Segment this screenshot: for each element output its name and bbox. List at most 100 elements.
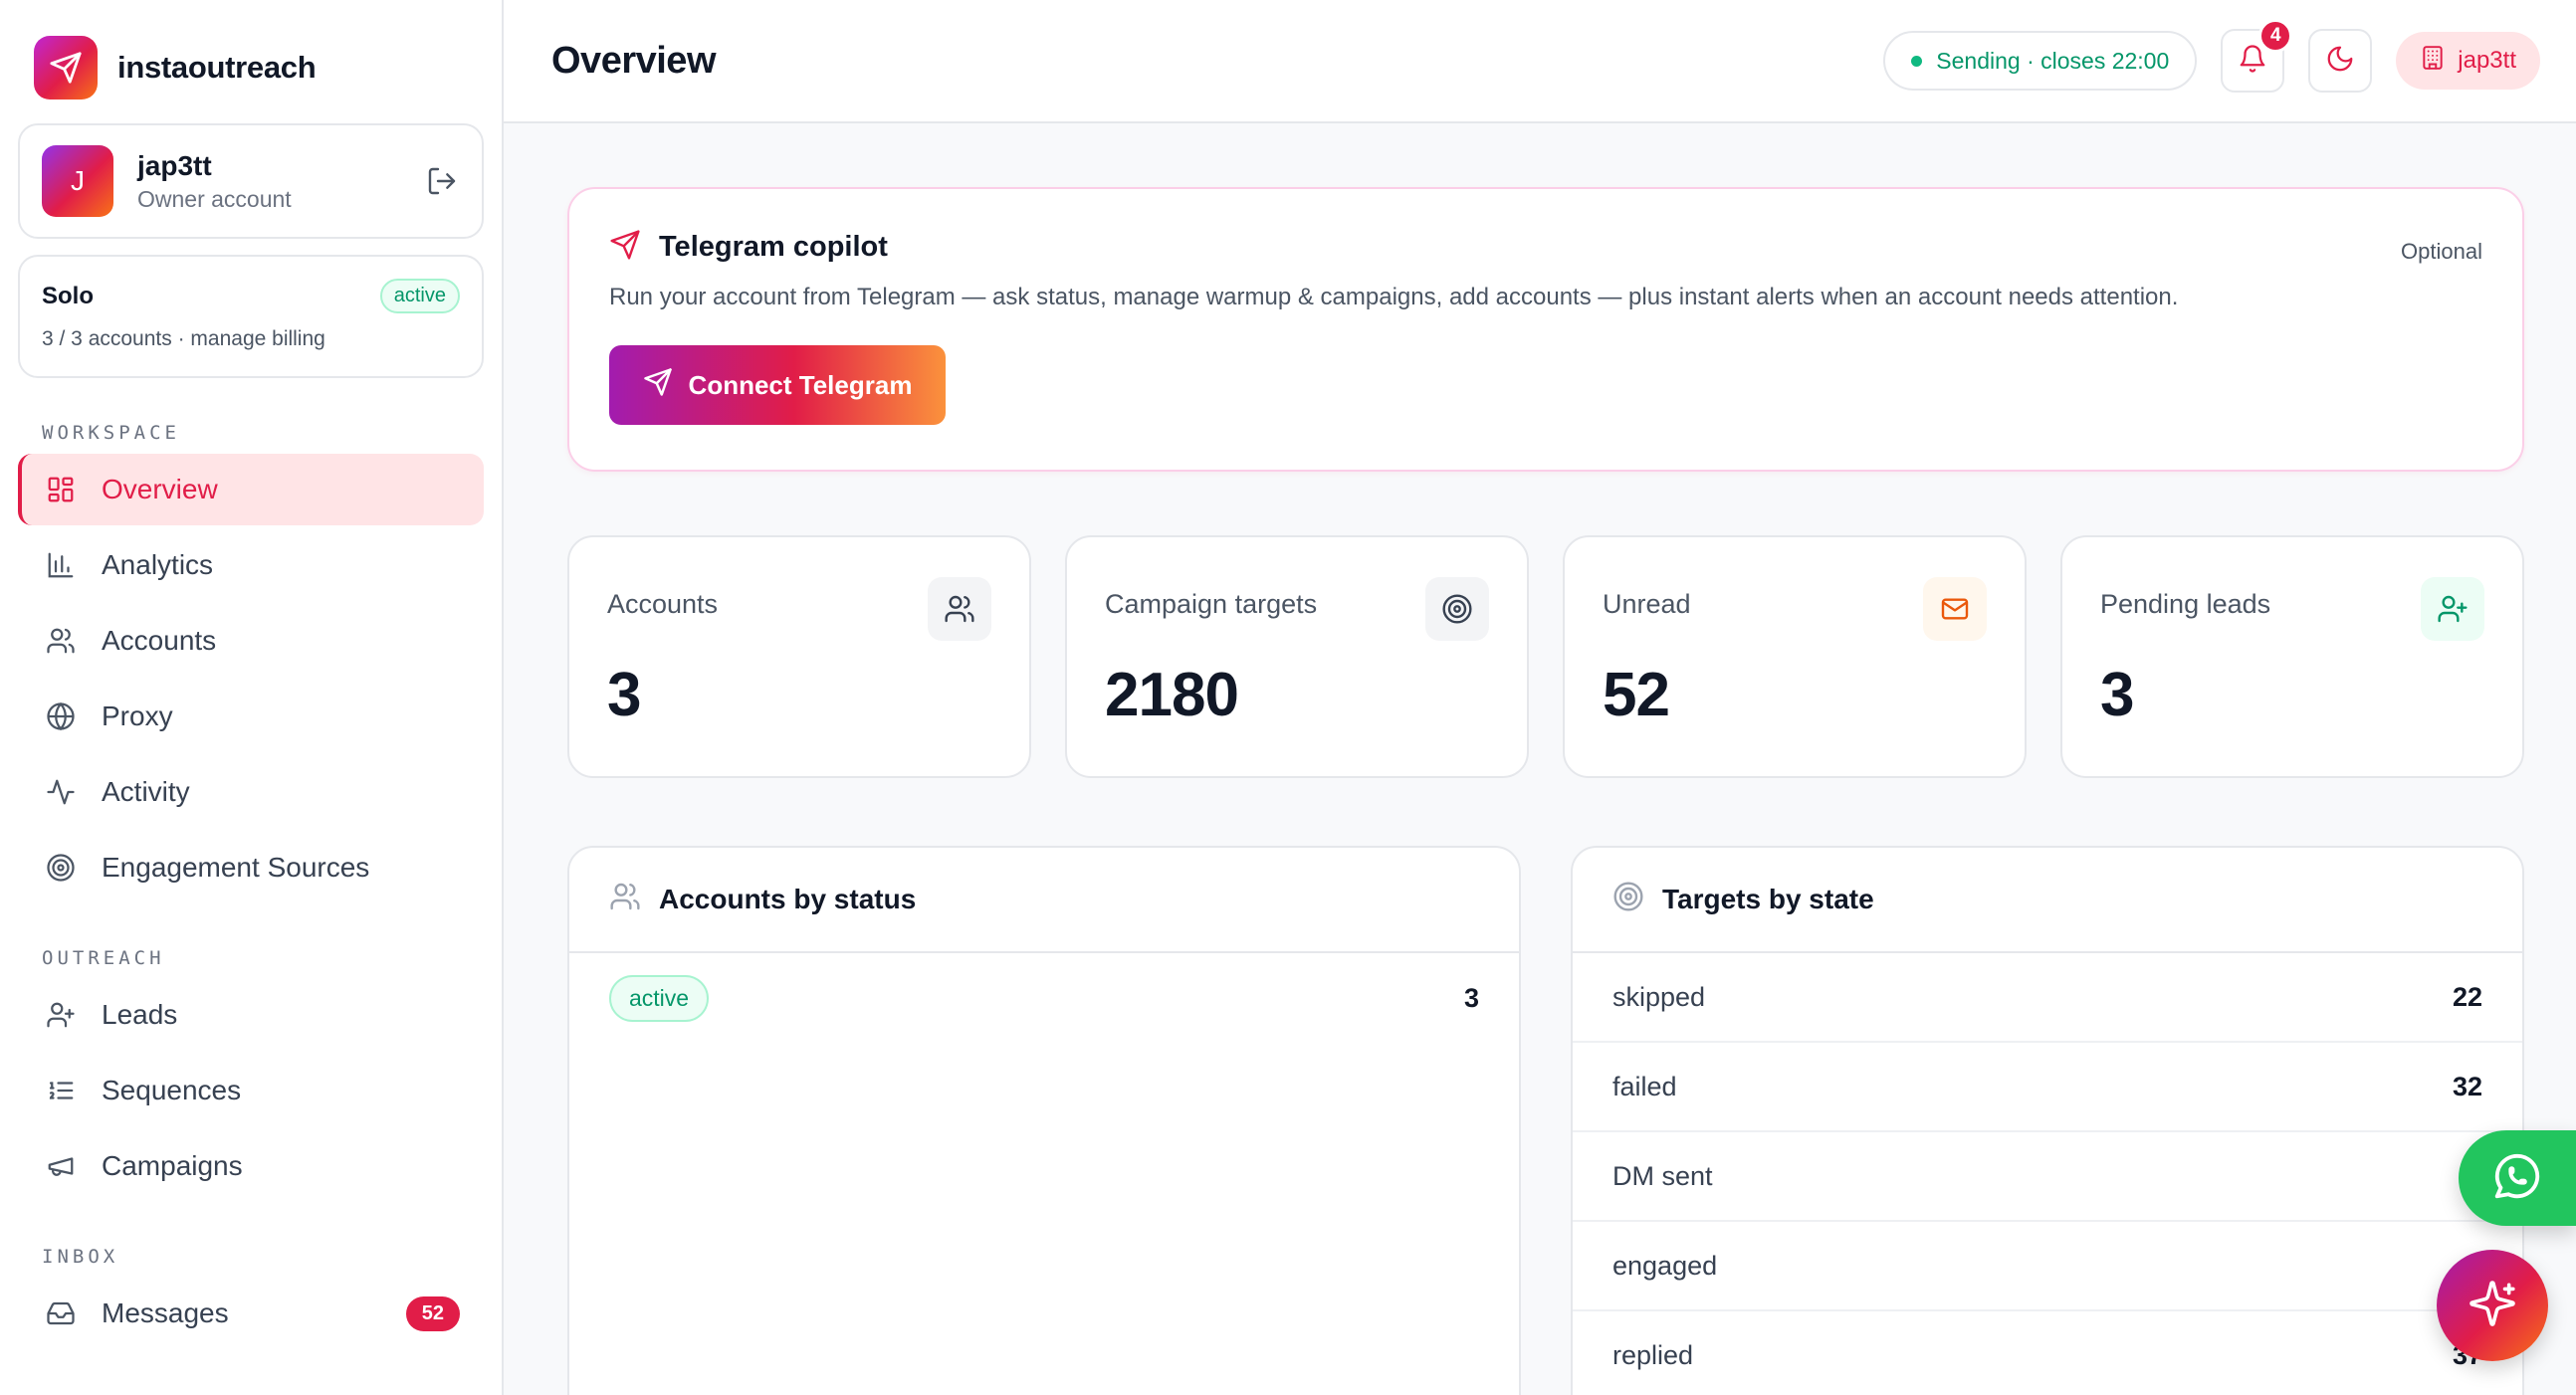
plan-status-badge: active: [379, 279, 460, 313]
ai-assistant-button[interactable]: [2437, 1250, 2548, 1361]
main-content: Overview Sending · closes 22:00 4 jap3tt: [504, 0, 2576, 1395]
sidebar-item-label: Sequences: [102, 1075, 242, 1105]
sidebar-item-overview[interactable]: Overview: [18, 454, 484, 525]
stat-value: 3: [607, 661, 641, 729]
users-icon: [44, 624, 78, 658]
theme-toggle-button[interactable]: [2308, 29, 2373, 93]
user-plus-icon: [44, 998, 78, 1032]
sidebar-item-label: Engagement Sources: [102, 852, 370, 883]
state-label: replied: [1612, 1339, 1694, 1370]
whatsapp-icon: [2490, 1149, 2544, 1208]
copilot-description: Run your account from Telegram — ask sta…: [609, 284, 2179, 310]
paper-plane-icon: [609, 229, 641, 266]
brand[interactable]: instaoutreach: [18, 34, 484, 101]
row-count: 32: [2452, 1071, 2482, 1101]
users-icon: [609, 881, 641, 919]
user-menu-button[interactable]: jap3tt: [2396, 32, 2540, 90]
avatar: J: [42, 145, 113, 217]
stat-card-accounts[interactable]: Accounts 3: [567, 535, 1031, 778]
users-icon: [928, 577, 991, 641]
target-icon: [1425, 577, 1489, 641]
target-icon: [1612, 881, 1644, 919]
page-title: Overview: [551, 39, 717, 82]
plan-card[interactable]: Solo active 3 / 3 accounts · manage bill…: [18, 255, 484, 378]
state-label: skipped: [1612, 981, 1706, 1012]
sidebar-item-messages[interactable]: Messages 52: [18, 1278, 484, 1349]
inbox-icon: [44, 1296, 78, 1330]
panel-title: Targets by state: [1662, 884, 1874, 914]
sending-status-text: Sending · closes 22:00: [1936, 47, 2170, 74]
section-label-inbox: INBOX: [42, 1246, 119, 1268]
state-label: DM sent: [1612, 1160, 1713, 1191]
copilot-title: Telegram copilot: [659, 231, 888, 263]
sparkles-icon: [2468, 1279, 2517, 1333]
moon-icon: [2325, 44, 2355, 79]
copilot-optional-label: Optional: [2401, 239, 2482, 264]
grid-icon: [44, 473, 78, 506]
stat-card-pending-leads[interactable]: Pending leads 3: [2060, 535, 2524, 778]
stat-card-campaign-targets[interactable]: Campaign targets 2180: [1065, 535, 1529, 778]
row-count: 3: [1463, 983, 1479, 1013]
sidebar-item-campaigns[interactable]: Campaigns: [18, 1130, 484, 1202]
whatsapp-chat-button[interactable]: [2459, 1130, 2576, 1226]
sidebar-item-leads[interactable]: Leads: [18, 979, 484, 1051]
sidebar-item-sequences[interactable]: Sequences: [18, 1055, 484, 1126]
state-label: failed: [1612, 1071, 1677, 1101]
activity-icon: [44, 775, 78, 809]
bar-chart-icon: [44, 548, 78, 582]
sidebar-item-accounts[interactable]: Accounts: [18, 605, 484, 677]
sidebar-item-label: Messages: [102, 1297, 229, 1328]
panel-title: Accounts by status: [659, 884, 917, 914]
sidebar-item-label: Leads: [102, 999, 178, 1030]
list-item: DM sent 1: [1573, 1132, 2522, 1222]
sidebar-item-engagement-sources[interactable]: Engagement Sources: [18, 832, 484, 903]
sidebar-item-label: Campaigns: [102, 1150, 243, 1181]
sidebar-item-proxy[interactable]: Proxy: [18, 681, 484, 752]
stat-card-unread[interactable]: Unread 52: [1563, 535, 2027, 778]
list-item: replied 37: [1573, 1311, 2522, 1395]
sending-status-pill[interactable]: Sending · closes 22:00: [1883, 31, 2198, 91]
sidebar-item-label: Activity: [102, 776, 190, 807]
targets-by-state-panel: Targets by state skipped 22 failed 32 DM…: [1571, 846, 2524, 1395]
stat-value: 52: [1603, 661, 1670, 729]
sidebar-item-label: Overview: [102, 474, 218, 504]
megaphone-icon: [44, 1149, 78, 1183]
connect-telegram-button[interactable]: Connect Telegram: [609, 345, 946, 425]
account-card[interactable]: J jap3tt Owner account: [18, 123, 484, 239]
sidebar-item-label: Analytics: [102, 549, 214, 580]
messages-count-badge: 52: [405, 1295, 460, 1331]
logout-icon[interactable]: [424, 163, 460, 199]
account-name: jap3tt: [137, 149, 212, 181]
list-item: failed 32: [1573, 1043, 2522, 1132]
panels-row: Accounts by status active 3 Targets by s…: [567, 846, 2524, 1395]
section-label-outreach: OUTREACH: [42, 947, 165, 969]
brand-name: instaoutreach: [117, 50, 317, 85]
globe-icon: [44, 699, 78, 733]
notifications-button[interactable]: 4: [2221, 19, 2293, 93]
user-plus-icon: [2421, 577, 2484, 641]
accounts-by-status-panel: Accounts by status active 3: [567, 846, 1521, 1395]
sidebar-item-activity[interactable]: Activity: [18, 756, 484, 828]
status-dot-icon: [1911, 55, 1923, 67]
paper-plane-icon: [643, 367, 673, 404]
building-icon: [2420, 45, 2446, 78]
list-item: engaged 4: [1573, 1222, 2522, 1311]
sidebar: instaoutreach J jap3tt Owner account Sol…: [0, 0, 504, 1395]
section-label-workspace: WORKSPACE: [42, 422, 180, 444]
stats-row: Accounts 3 Campaign targets 2180 Unread …: [567, 535, 2524, 778]
sidebar-item-label: Proxy: [102, 700, 173, 731]
radar-icon: [44, 851, 78, 885]
stat-value: 2180: [1105, 661, 1239, 729]
plan-usage[interactable]: 3 / 3 accounts · manage billing: [42, 327, 460, 351]
stat-value: 3: [2100, 661, 2134, 729]
status-badge: active: [609, 975, 710, 1022]
mail-icon: [1923, 577, 1987, 641]
plan-name: Solo: [42, 282, 94, 309]
sidebar-item-label: Accounts: [102, 625, 217, 656]
topbar: Overview Sending · closes 22:00 4 jap3tt: [504, 0, 2576, 123]
sidebar-item-analytics[interactable]: Analytics: [18, 529, 484, 601]
list-item: skipped 22: [1573, 953, 2522, 1043]
row-count: 22: [2452, 981, 2482, 1012]
list-item: active 3: [569, 953, 1519, 1022]
paper-plane-logo-icon: [34, 36, 98, 100]
